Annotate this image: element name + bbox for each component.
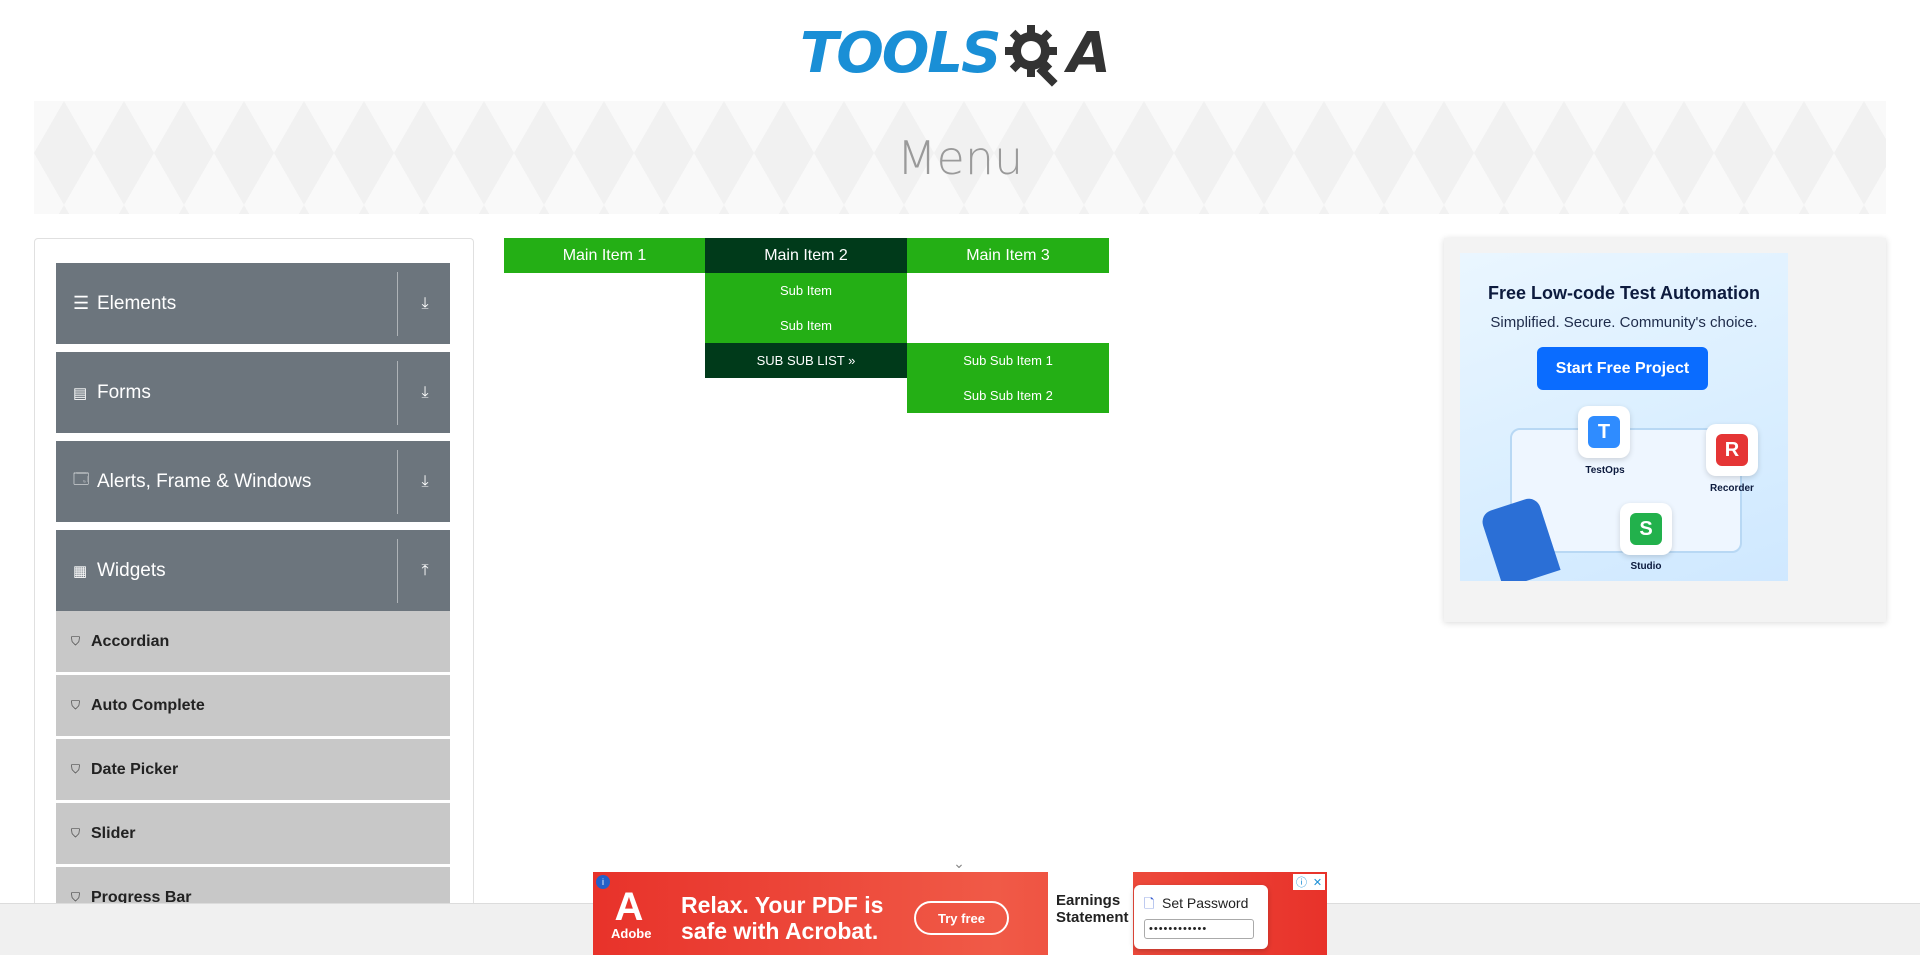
ad-subtitle: Simplified. Secure. Community's choice. [1490,314,1758,331]
ad-bottom-banner[interactable]: i A Adobe Relax. Your PDF is safe with A… [593,872,1327,955]
window-icon: 🗔 [73,471,90,488]
divider [397,449,398,514]
ad-title: Free Low-code Test Automation [1487,283,1760,303]
menu-sub-sub-list[interactable]: SUB SUB LIST » [705,343,907,378]
menu-sub-item-2[interactable]: Sub Item [705,308,907,343]
ad-choices[interactable]: ⓘ ✕ [1293,874,1325,890]
sidebar-group-label: Alerts, Frame & Windows [97,470,312,492]
chevron-down-icon[interactable]: ⌄ [950,856,968,870]
sidebar-group-label: Forms [97,381,151,403]
sidebar: ☰ Elements ⤓ ▤ Forms ⤓ 🗔 Alerts, Frame &… [34,238,474,955]
sidebar-item-accordian[interactable]: ⛉ Accordian [56,611,450,673]
recorder-icon: R [1716,434,1748,466]
close-icon[interactable]: ✕ [1313,876,1322,889]
download-arrow-icon[interactable]: ⤓ [414,295,436,313]
document-icon: ▤ [73,384,88,402]
studio-icon: S [1630,513,1662,545]
password-card: 🗋 Set Password •••••••••••• [1134,885,1268,949]
sidebar-group-elements[interactable]: ☰ Elements ⤓ [56,263,450,344]
lock-file-icon: 🗋 [1144,896,1155,911]
divider [397,538,398,603]
logo-suffix: A [1067,21,1111,86]
testops-icon: T [1588,416,1620,448]
adobe-wordmark: Adobe [611,926,652,941]
toolsqa-logo[interactable]: TOOLS A [800,14,1130,94]
sidebar-item-label: Auto Complete [91,696,205,714]
html5-icon: ⛉ [71,826,81,840]
page-banner: Menu [34,101,1886,214]
testops-label: TestOps [1585,465,1625,476]
html5-icon: ⛉ [71,698,81,712]
html5-icon: ⛉ [71,762,81,776]
sidebar-group-label: Elements [97,292,177,314]
divider [397,360,398,425]
menu-main-item-1[interactable]: Main Item 1 [504,238,705,273]
password-title: Set Password [1162,895,1249,911]
sidebar-item-label: Accordian [91,632,170,650]
password-field: •••••••••••• [1144,919,1254,939]
start-free-project-button[interactable]: Start Free Project [1537,347,1708,390]
sidebar-item-label: Slider [91,824,136,842]
ad-info-badge-icon[interactable]: i [596,875,610,889]
menu-main-item-3[interactable]: Main Item 3 [907,238,1109,273]
sidebar-group-forms[interactable]: ▤ Forms ⤓ [56,352,450,433]
try-free-button[interactable]: Try free [914,901,1009,935]
document-title: Earnings Statement [1056,892,1129,926]
divider [397,271,398,336]
download-arrow-icon[interactable]: ⤓ [414,473,436,491]
adobe-logo: A Adobe [611,885,652,944]
ad-headline: Relax. Your PDF is safe with Acrobat. [681,892,884,944]
sidebar-item-slider[interactable]: ⛉ Slider [56,803,450,865]
adobe-a-icon: A [614,885,644,929]
page-title: Menu [896,130,1024,185]
sidebar-group-widgets[interactable]: ▦ Widgets ⤒ [56,530,450,611]
studio-tile: S [1620,503,1672,555]
sidebar-item-date-picker[interactable]: ⛉ Date Picker [56,739,450,801]
sidebar-item-auto-complete[interactable]: ⛉ Auto Complete [56,675,450,737]
testops-tile: T [1578,406,1630,458]
gear-magnifier-icon [1005,25,1059,87]
info-icon[interactable]: ⓘ [1296,874,1307,890]
download-arrow-icon[interactable]: ⤓ [414,384,436,402]
menu-sub-sub-item-1[interactable]: Sub Sub Item 1 [907,343,1109,378]
page: TOOLS A Menu ☰ Elements ⤓ ▤ Forms ⤓ 🗔 Al… [0,0,1920,955]
ad-right[interactable]: Free Low-code Test Automation Simplified… [1460,253,1788,581]
logo-text: TOOLS [800,21,1001,86]
menu-main-item-2[interactable]: Main Item 2 [705,238,907,273]
sidebar-item-label: Date Picker [91,760,179,778]
recorder-label: Recorder [1710,483,1754,494]
html5-icon: ⛉ [71,634,81,648]
grid-icon: ▦ [73,562,88,580]
sidebar-group-label: Widgets [97,559,166,581]
studio-label: Studio [1630,561,1662,572]
upload-arrow-icon[interactable]: ⤒ [414,562,436,580]
recorder-tile: R [1706,424,1758,476]
hamburger-icon: ☰ [73,293,90,313]
document-preview: Earnings Statement [1048,872,1133,955]
sidebar-group-alerts[interactable]: 🗔 Alerts, Frame & Windows ⤓ [56,441,450,522]
menu-sub-sub-item-2[interactable]: Sub Sub Item 2 [907,378,1109,413]
menu-sub-item-1[interactable]: Sub Item [705,273,907,308]
